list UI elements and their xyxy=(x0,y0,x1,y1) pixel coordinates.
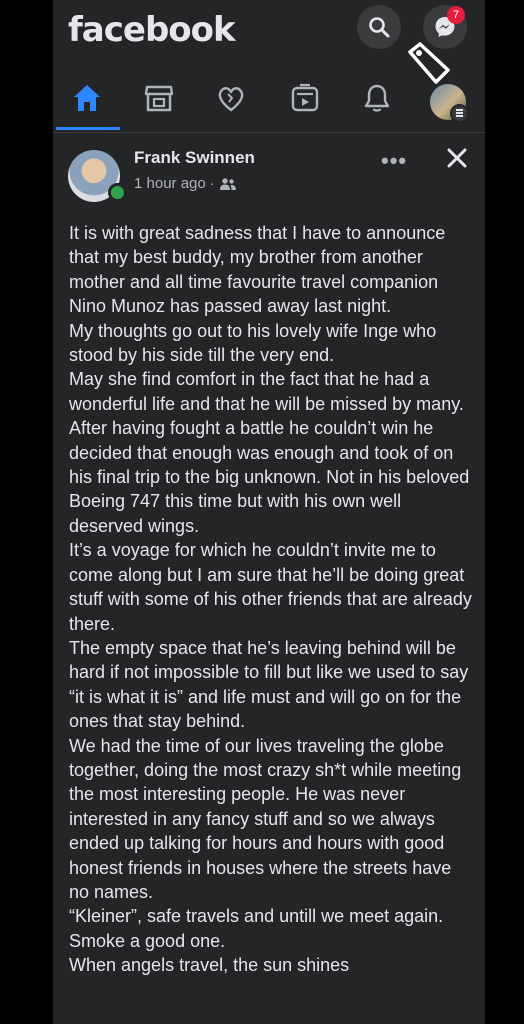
post-paragraph: “Kleiner”, safe travels and untill we me… xyxy=(69,906,444,951)
post-timestamp[interactable]: 1 hour ago xyxy=(134,175,206,192)
meta-separator: · xyxy=(209,175,215,192)
nav-watch[interactable] xyxy=(285,80,325,120)
post-paragraph: The empty space that he’s leaving behind… xyxy=(69,637,469,732)
nav-notifications[interactable] xyxy=(357,80,397,120)
messenger-badge: 7 xyxy=(447,6,465,24)
dating-heart-icon xyxy=(218,87,244,112)
close-icon[interactable] xyxy=(445,146,469,170)
profile-menu-icon xyxy=(450,104,469,123)
post-text: It is with great sadness that I have to … xyxy=(69,221,473,978)
post-paragraph: When angels travel, the sun shines xyxy=(69,955,350,976)
top-bar: facebook 7 xyxy=(53,0,485,84)
search-icon xyxy=(369,17,390,38)
nav-marketplace[interactable] xyxy=(139,80,179,120)
post-author-name[interactable]: Frank Swinnen xyxy=(134,148,255,168)
watch-icon xyxy=(291,83,319,112)
online-status-dot xyxy=(108,183,127,202)
main-nav xyxy=(53,70,485,132)
nav-divider xyxy=(53,132,485,133)
home-icon xyxy=(74,85,100,111)
profile-menu-avatar[interactable] xyxy=(430,84,469,123)
facebook-app-screen: facebook 7 Frank Swinnen 1 hour ago · ••… xyxy=(53,0,485,1024)
active-tab-indicator xyxy=(56,127,120,130)
post-more-options-button[interactable]: ••• xyxy=(381,148,407,174)
search-button[interactable] xyxy=(357,5,401,49)
facebook-logo[interactable]: facebook xyxy=(68,10,236,50)
post-meta: 1 hour ago · xyxy=(134,175,237,192)
post-paragraph: It’s a voyage for which he couldn’t invi… xyxy=(69,540,472,634)
friends-audience-icon xyxy=(219,178,236,191)
post-paragraph: We had the time of our lives traveling t… xyxy=(69,735,462,902)
post-paragraph: After having fought a battle he couldn’t… xyxy=(69,418,470,536)
notifications-icon xyxy=(364,84,390,112)
post-paragraph: My thoughts go out to his lovely wife In… xyxy=(69,320,437,366)
nav-home[interactable] xyxy=(67,80,107,120)
post-header: Frank Swinnen 1 hour ago · ••• xyxy=(53,140,485,210)
post-paragraph: It is with great sadness that I have to … xyxy=(69,223,446,317)
post-paragraph: May she find comfort in the fact that he… xyxy=(69,369,464,414)
marketplace-icon xyxy=(144,85,174,112)
nav-dating[interactable] xyxy=(211,80,251,120)
